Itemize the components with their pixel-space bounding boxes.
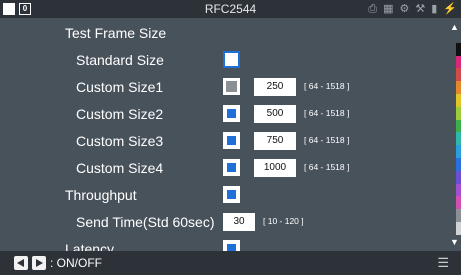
scroll-down-arrow-icon[interactable]: ▼ [450, 237, 459, 247]
power-plug-icon: ⚡ [443, 3, 457, 15]
custom-size4-range: [ 64 - 1518 ] [304, 162, 350, 172]
custom-size2-value-field[interactable]: 500 [254, 105, 296, 123]
item-label-custom-size4: Custom Size4 [76, 160, 164, 176]
custom-size4-value-field[interactable]: 1000 [254, 159, 296, 177]
custom-size4-checkbox[interactable] [223, 159, 240, 176]
standard-size-checkbox[interactable] [223, 51, 240, 68]
status-icons: ⎙ ▦ ⚙ ⚒ ▮ ⚡ [368, 2, 457, 16]
custom-size3-value-field[interactable]: 750 [254, 132, 296, 150]
top-status-bar: 0 RFC2544 ⎙ ▦ ⚙ ⚒ ▮ ⚡ [0, 0, 461, 18]
right-arrow-key-icon[interactable] [32, 256, 46, 270]
section-label-test-frame-size: Test Frame Size [65, 25, 167, 41]
left-arrow-key-icon[interactable] [14, 256, 28, 270]
list-item: Test Frame Size [0, 22, 445, 44]
list-item[interactable]: Latency [0, 238, 445, 251]
list-item[interactable]: Custom Size1 250 [ 64 - 1518 ] [0, 76, 445, 98]
battery-icon: ▮ [431, 3, 438, 15]
list-item[interactable]: Throughput [0, 184, 445, 206]
list-item[interactable]: Custom Size3 750 [ 64 - 1518 ] [0, 130, 445, 152]
menu-icon[interactable]: ☰ [437, 255, 449, 271]
throughput-checkbox[interactable] [223, 186, 240, 203]
tool-icon: ⚒ [415, 3, 426, 15]
section-label-latency: Latency [65, 241, 115, 251]
scrollbar-track[interactable] [456, 30, 461, 235]
send-time-value-field[interactable]: 30 [223, 213, 255, 231]
list-item[interactable]: Custom Size2 500 [ 64 - 1518 ] [0, 103, 445, 125]
custom-size1-value-field[interactable]: 250 [254, 78, 296, 96]
custom-size1-range: [ 64 - 1518 ] [304, 81, 350, 91]
custom-size2-range: [ 64 - 1518 ] [304, 108, 350, 118]
item-label-custom-size3: Custom Size3 [76, 133, 164, 149]
item-label-custom-size1: Custom Size1 [76, 79, 164, 95]
custom-size3-checkbox[interactable] [223, 132, 240, 149]
custom-size2-checkbox[interactable] [223, 105, 240, 122]
list-item[interactable]: Send Time(Std 60sec) 30 [ 10 - 120 ] [0, 211, 445, 233]
custom-size3-range: [ 64 - 1518 ] [304, 135, 350, 145]
item-label-custom-size2: Custom Size2 [76, 106, 164, 122]
custom-size1-checkbox[interactable] [223, 78, 240, 95]
usb-icon: ⚙ [399, 3, 410, 15]
send-time-range: [ 10 - 120 ] [263, 216, 304, 226]
key-hint-text: : ON/OFF [50, 256, 102, 270]
list-item[interactable]: Custom Size4 1000 [ 64 - 1518 ] [0, 157, 445, 179]
printer-icon: ⎙ [368, 3, 378, 15]
bottom-hint-bar: : ON/OFF ☰ [0, 251, 461, 275]
item-label-send-time: Send Time(Std 60sec) [76, 214, 215, 230]
item-label-standard-size: Standard Size [76, 52, 164, 68]
section-label-throughput: Throughput [65, 187, 137, 203]
list-item[interactable]: Standard Size [0, 49, 445, 71]
latency-checkbox[interactable] [223, 240, 240, 251]
network-icon: ▦ [383, 3, 394, 15]
